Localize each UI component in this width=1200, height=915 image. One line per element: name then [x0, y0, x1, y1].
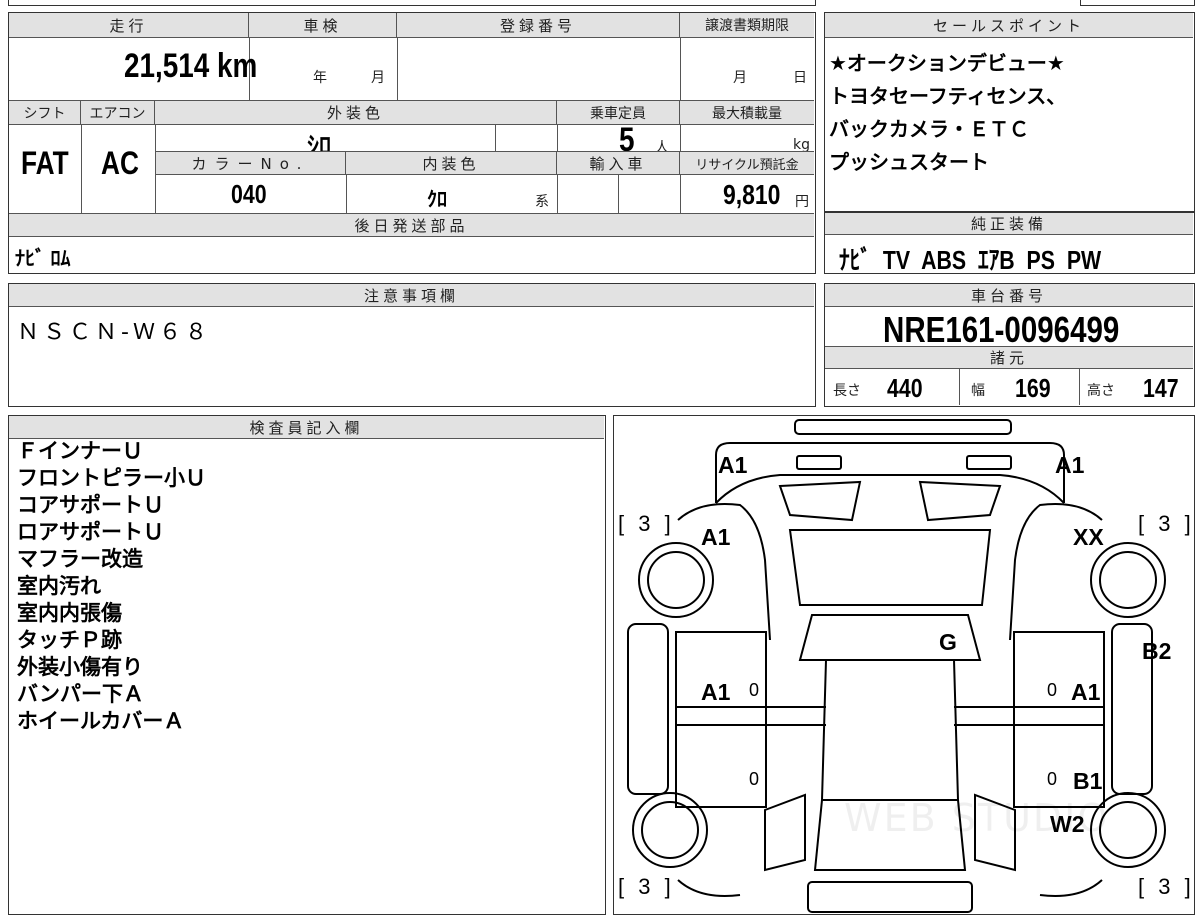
- caution-box: 注意事項欄 ＮＳＣＮ-Ｗ６８: [8, 283, 816, 407]
- top-strip-right: [1080, 0, 1195, 6]
- inspection-year-unit: 年: [313, 70, 327, 86]
- sales-point-line: トヨタセーフティセンス、: [829, 84, 1067, 108]
- damage-code-door-front-right: A1: [1071, 679, 1101, 705]
- color-no-header: カラーNo.: [156, 152, 346, 175]
- inspector-note: 室内汚れ: [17, 574, 101, 598]
- height-label: 高さ: [1087, 383, 1115, 399]
- sales-points-box: セールスポイント ★オークションデビュー★ トヨタセーフティセンス、 バックカメ…: [824, 12, 1195, 212]
- inspector-note: コアサポートＵ: [17, 493, 164, 517]
- mileage-header: 走行: [9, 13, 249, 38]
- caution-header: 注意事項欄: [9, 284, 814, 307]
- tread-depth-front-left: [ 3 ]: [618, 511, 675, 536]
- chassis-number: NRE161-0096499: [883, 309, 1120, 350]
- sales-point-line: プッシュスタート: [829, 150, 989, 174]
- equipment-box: 純正装備 ﾅﾋﾞ TV ABS ｴｱB PS PW: [824, 212, 1195, 275]
- sales-points-header: セールスポイント: [825, 13, 1193, 38]
- damage-code-door-front-left: A1: [701, 679, 731, 705]
- interior-color-header: 内装色: [346, 152, 557, 175]
- caution-value: ＮＳＣＮ-Ｗ６８: [17, 320, 211, 345]
- top-strip: [8, 0, 816, 6]
- inspection-header: 車検: [249, 13, 397, 38]
- damage-diagram-box: [ 3 ] [ 3 ] [ 3 ] [ 3 ] A1 A1 A1 XX G B2…: [613, 415, 1195, 915]
- sales-points-list: ★オークションデビュー★ トヨタセーフティセンス、 バックカメラ・ＥＴＣ プッシ…: [829, 47, 1066, 179]
- parts-header: 後日発送部品: [9, 214, 814, 237]
- recycle-fee-value: 9,810: [723, 179, 781, 210]
- equipment-header: 純正装備: [825, 213, 1193, 235]
- inspector-note: タッチＰ跡: [17, 628, 122, 652]
- damage-code-front-left: A1: [718, 452, 748, 478]
- interior-color-suffix: 系: [535, 194, 549, 210]
- specs-header: 諸元: [825, 347, 1193, 369]
- inspector-note: バンパー下Ａ: [17, 682, 145, 706]
- sales-point-line: ★オークションデビュー★: [829, 51, 1065, 75]
- exterior-color-header: 外装色: [155, 101, 557, 125]
- mileage-number: 21,514: [124, 47, 210, 85]
- watermark: WEB STUDIO: [844, 796, 1110, 840]
- sales-point-line: バックカメラ・ＥＴＣ: [829, 117, 1029, 141]
- vehicle-info-table: 走行 車検 登録番号 譲渡書類期限 21,514 km 年 月 月 日 シフト …: [8, 12, 816, 274]
- damage-code-right-side: B2: [1142, 638, 1172, 664]
- damage-code-roof: G: [939, 629, 957, 655]
- interior-color-value: ｸﾛ: [427, 189, 447, 211]
- inspector-header: 検査員記入欄: [9, 416, 604, 439]
- recycle-header: リサイクル預託金: [680, 152, 814, 175]
- chassis-box: 車台番号 NRE161-0096499 諸元 長さ 440 幅 169 高さ 1…: [824, 283, 1195, 407]
- color-no-value: 040: [231, 179, 267, 209]
- shift-value: FAT: [21, 145, 69, 181]
- aircon-value: AC: [101, 145, 139, 181]
- length-label: 長さ: [833, 383, 861, 399]
- inspector-note: ＦインナーＵ: [17, 439, 143, 463]
- damage-code-front-right: A1: [1055, 452, 1085, 478]
- damage-code-door-rear-right: B1: [1073, 768, 1103, 794]
- inspector-note: 外装小傷有り: [17, 655, 143, 679]
- inspector-notes-list: ＦインナーＵ フロントピラー小Ｕ コアサポートＵ ロアサポートＵ マフラー改造 …: [17, 438, 206, 735]
- max-load-header: 最大積載量: [680, 101, 814, 125]
- inspection-month-unit: 月: [371, 70, 385, 86]
- inspector-note: ホイールカバーＡ: [17, 709, 185, 733]
- inspector-note: マフラー改造: [17, 547, 143, 571]
- mileage-unit: km: [217, 47, 258, 85]
- length-value: 440: [887, 373, 923, 403]
- height-value: 147: [1143, 373, 1179, 403]
- zero-mark: 0: [1047, 769, 1058, 789]
- inspector-note: ロアサポートＵ: [17, 520, 164, 544]
- transfer-month-unit: 月: [733, 70, 747, 86]
- width-value: 169: [1015, 373, 1051, 403]
- equipment-value: ﾅﾋﾞ TV ABS ｴｱB PS PW: [839, 245, 1102, 275]
- width-label: 幅: [971, 383, 985, 399]
- transfer-day-unit: 日: [793, 70, 807, 86]
- shift-header: シフト: [9, 101, 81, 125]
- zero-mark: 0: [1047, 680, 1058, 700]
- zero-mark: 0: [749, 680, 760, 700]
- import-header: 輸入車: [557, 152, 680, 175]
- tread-depth-rear-left: [ 3 ]: [618, 874, 675, 899]
- tread-depth-front-right: [ 3 ]: [1138, 511, 1195, 536]
- registration-header: 登録番号: [397, 13, 680, 38]
- aircon-header: エアコン: [81, 101, 155, 125]
- tread-depth-rear-right: [ 3 ]: [1138, 874, 1195, 899]
- damage-code-fender-left: A1: [701, 524, 731, 550]
- recycle-fee-unit: 円: [795, 194, 809, 210]
- transfer-deadline-header: 譲渡書類期限: [680, 13, 814, 38]
- inspector-note: フロントピラー小Ｕ: [17, 466, 206, 490]
- inspector-notes-box: 検査員記入欄 ＦインナーＵ フロントピラー小Ｕ コアサポートＵ ロアサポートＵ …: [8, 415, 606, 915]
- damage-code-fender-right: XX: [1073, 524, 1104, 550]
- parts-value: ﾅﾋﾞ ﾛﾑ: [15, 248, 71, 270]
- chassis-header: 車台番号: [825, 284, 1193, 307]
- mileage-value: 21,514 km: [124, 47, 257, 86]
- zero-mark: 0: [749, 769, 760, 789]
- inspector-note: 室内内張傷: [17, 601, 122, 625]
